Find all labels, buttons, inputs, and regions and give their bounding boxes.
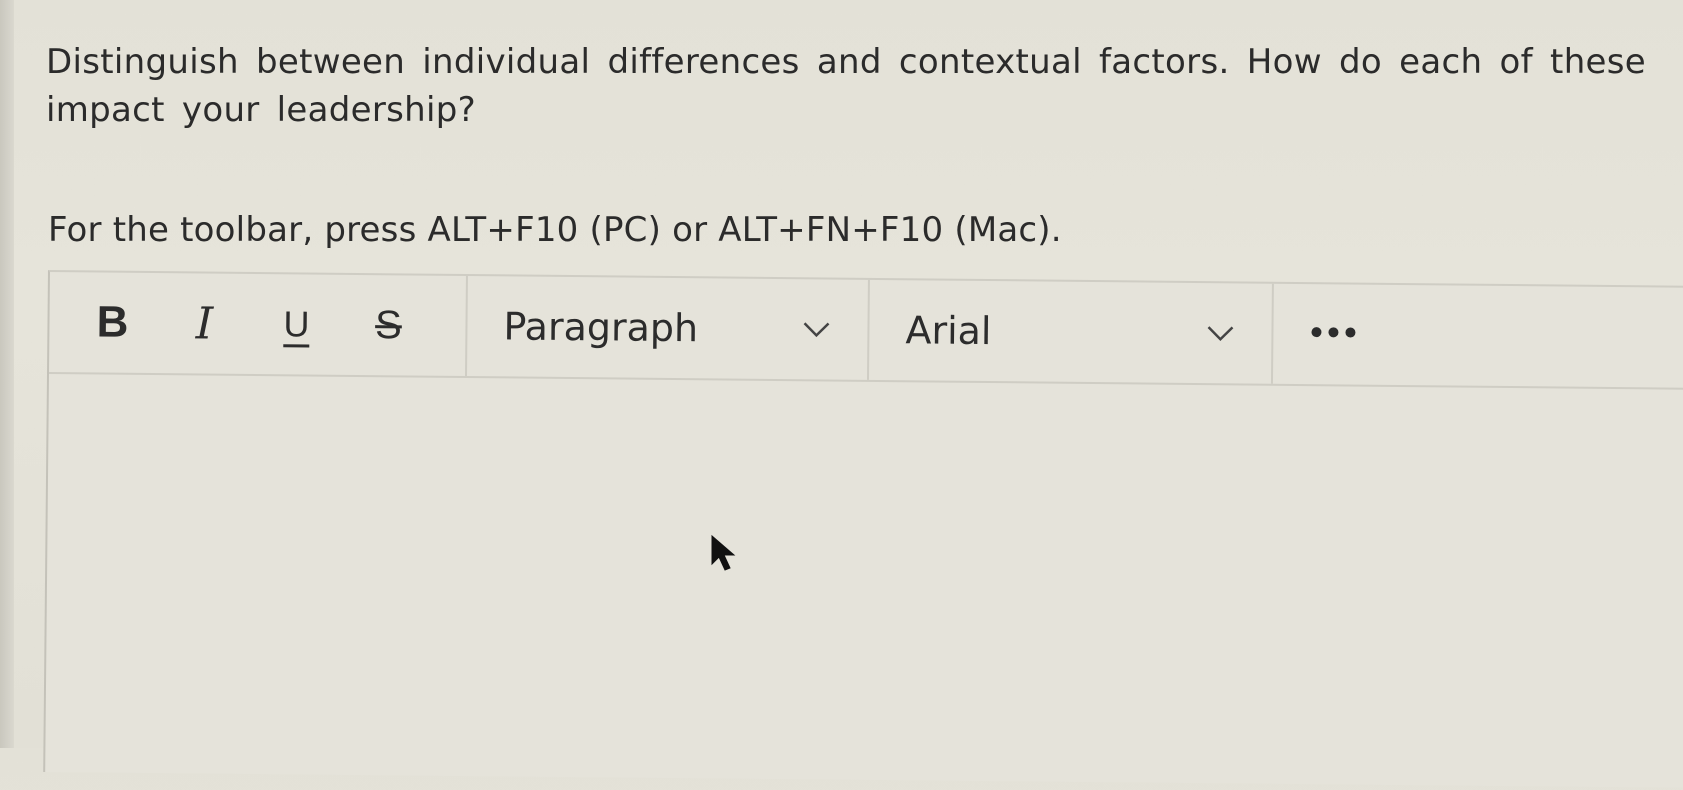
format-button-group: B I U S xyxy=(49,272,468,377)
editor-toolbar: B I U S Paragraph Arial xyxy=(49,272,1683,390)
window-left-edge xyxy=(0,0,14,748)
strikethrough-button[interactable]: S xyxy=(365,295,412,355)
ellipsis-icon xyxy=(1308,325,1358,343)
more-options-button[interactable] xyxy=(1273,284,1394,385)
editor-content-area[interactable] xyxy=(45,374,1683,790)
bold-button[interactable]: B xyxy=(89,292,136,352)
chevron-down-icon xyxy=(801,319,831,339)
chevron-down-icon xyxy=(1205,323,1235,343)
paragraph-format-select[interactable]: Paragraph xyxy=(467,276,870,380)
italic-button[interactable]: I xyxy=(181,293,228,353)
font-family-value: Arial xyxy=(905,308,992,354)
question-text: Distinguish between individual differenc… xyxy=(46,42,1646,130)
mouse-cursor-icon xyxy=(710,534,740,574)
font-family-select[interactable]: Arial xyxy=(868,279,1274,384)
underline-button[interactable]: U xyxy=(273,294,320,354)
paragraph-format-value: Paragraph xyxy=(503,304,699,351)
toolbar-hint: For the toolbar, press ALT+F10 (PC) or A… xyxy=(48,210,1062,250)
rich-text-editor: B I U S Paragraph Arial xyxy=(43,270,1683,788)
